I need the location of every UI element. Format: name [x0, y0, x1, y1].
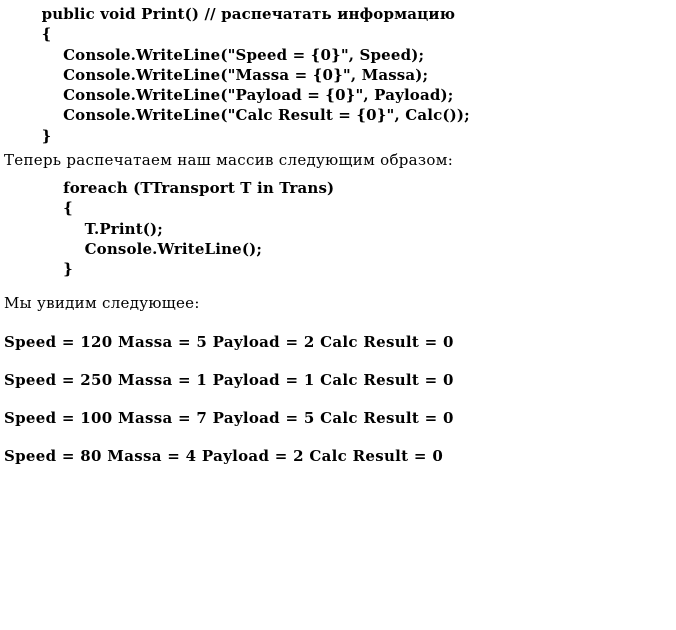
program-output: Speed = 120 Massa = 5 Payload = 2 Calc R…: [4, 332, 672, 467]
output-row: Speed = 100 Massa = 7 Payload = 5 Calc R…: [4, 408, 672, 428]
output-row: Speed = 80 Massa = 4 Payload = 2 Calc Re…: [4, 446, 672, 466]
paragraph-intro-print-array: Теперь распечатаем наш массив следующим …: [4, 150, 672, 170]
output-row: Speed = 250 Massa = 1 Payload = 1 Calc R…: [4, 370, 672, 390]
output-row: Speed = 120 Massa = 5 Payload = 2 Calc R…: [4, 332, 672, 352]
paragraph-we-will-see: Мы увидим следующее:: [4, 293, 672, 313]
code-block-print-method: public void Print() // распечатать инфор…: [4, 4, 672, 146]
code-block-foreach: foreach (TTransport T in Trans) { T.Prin…: [4, 178, 672, 279]
